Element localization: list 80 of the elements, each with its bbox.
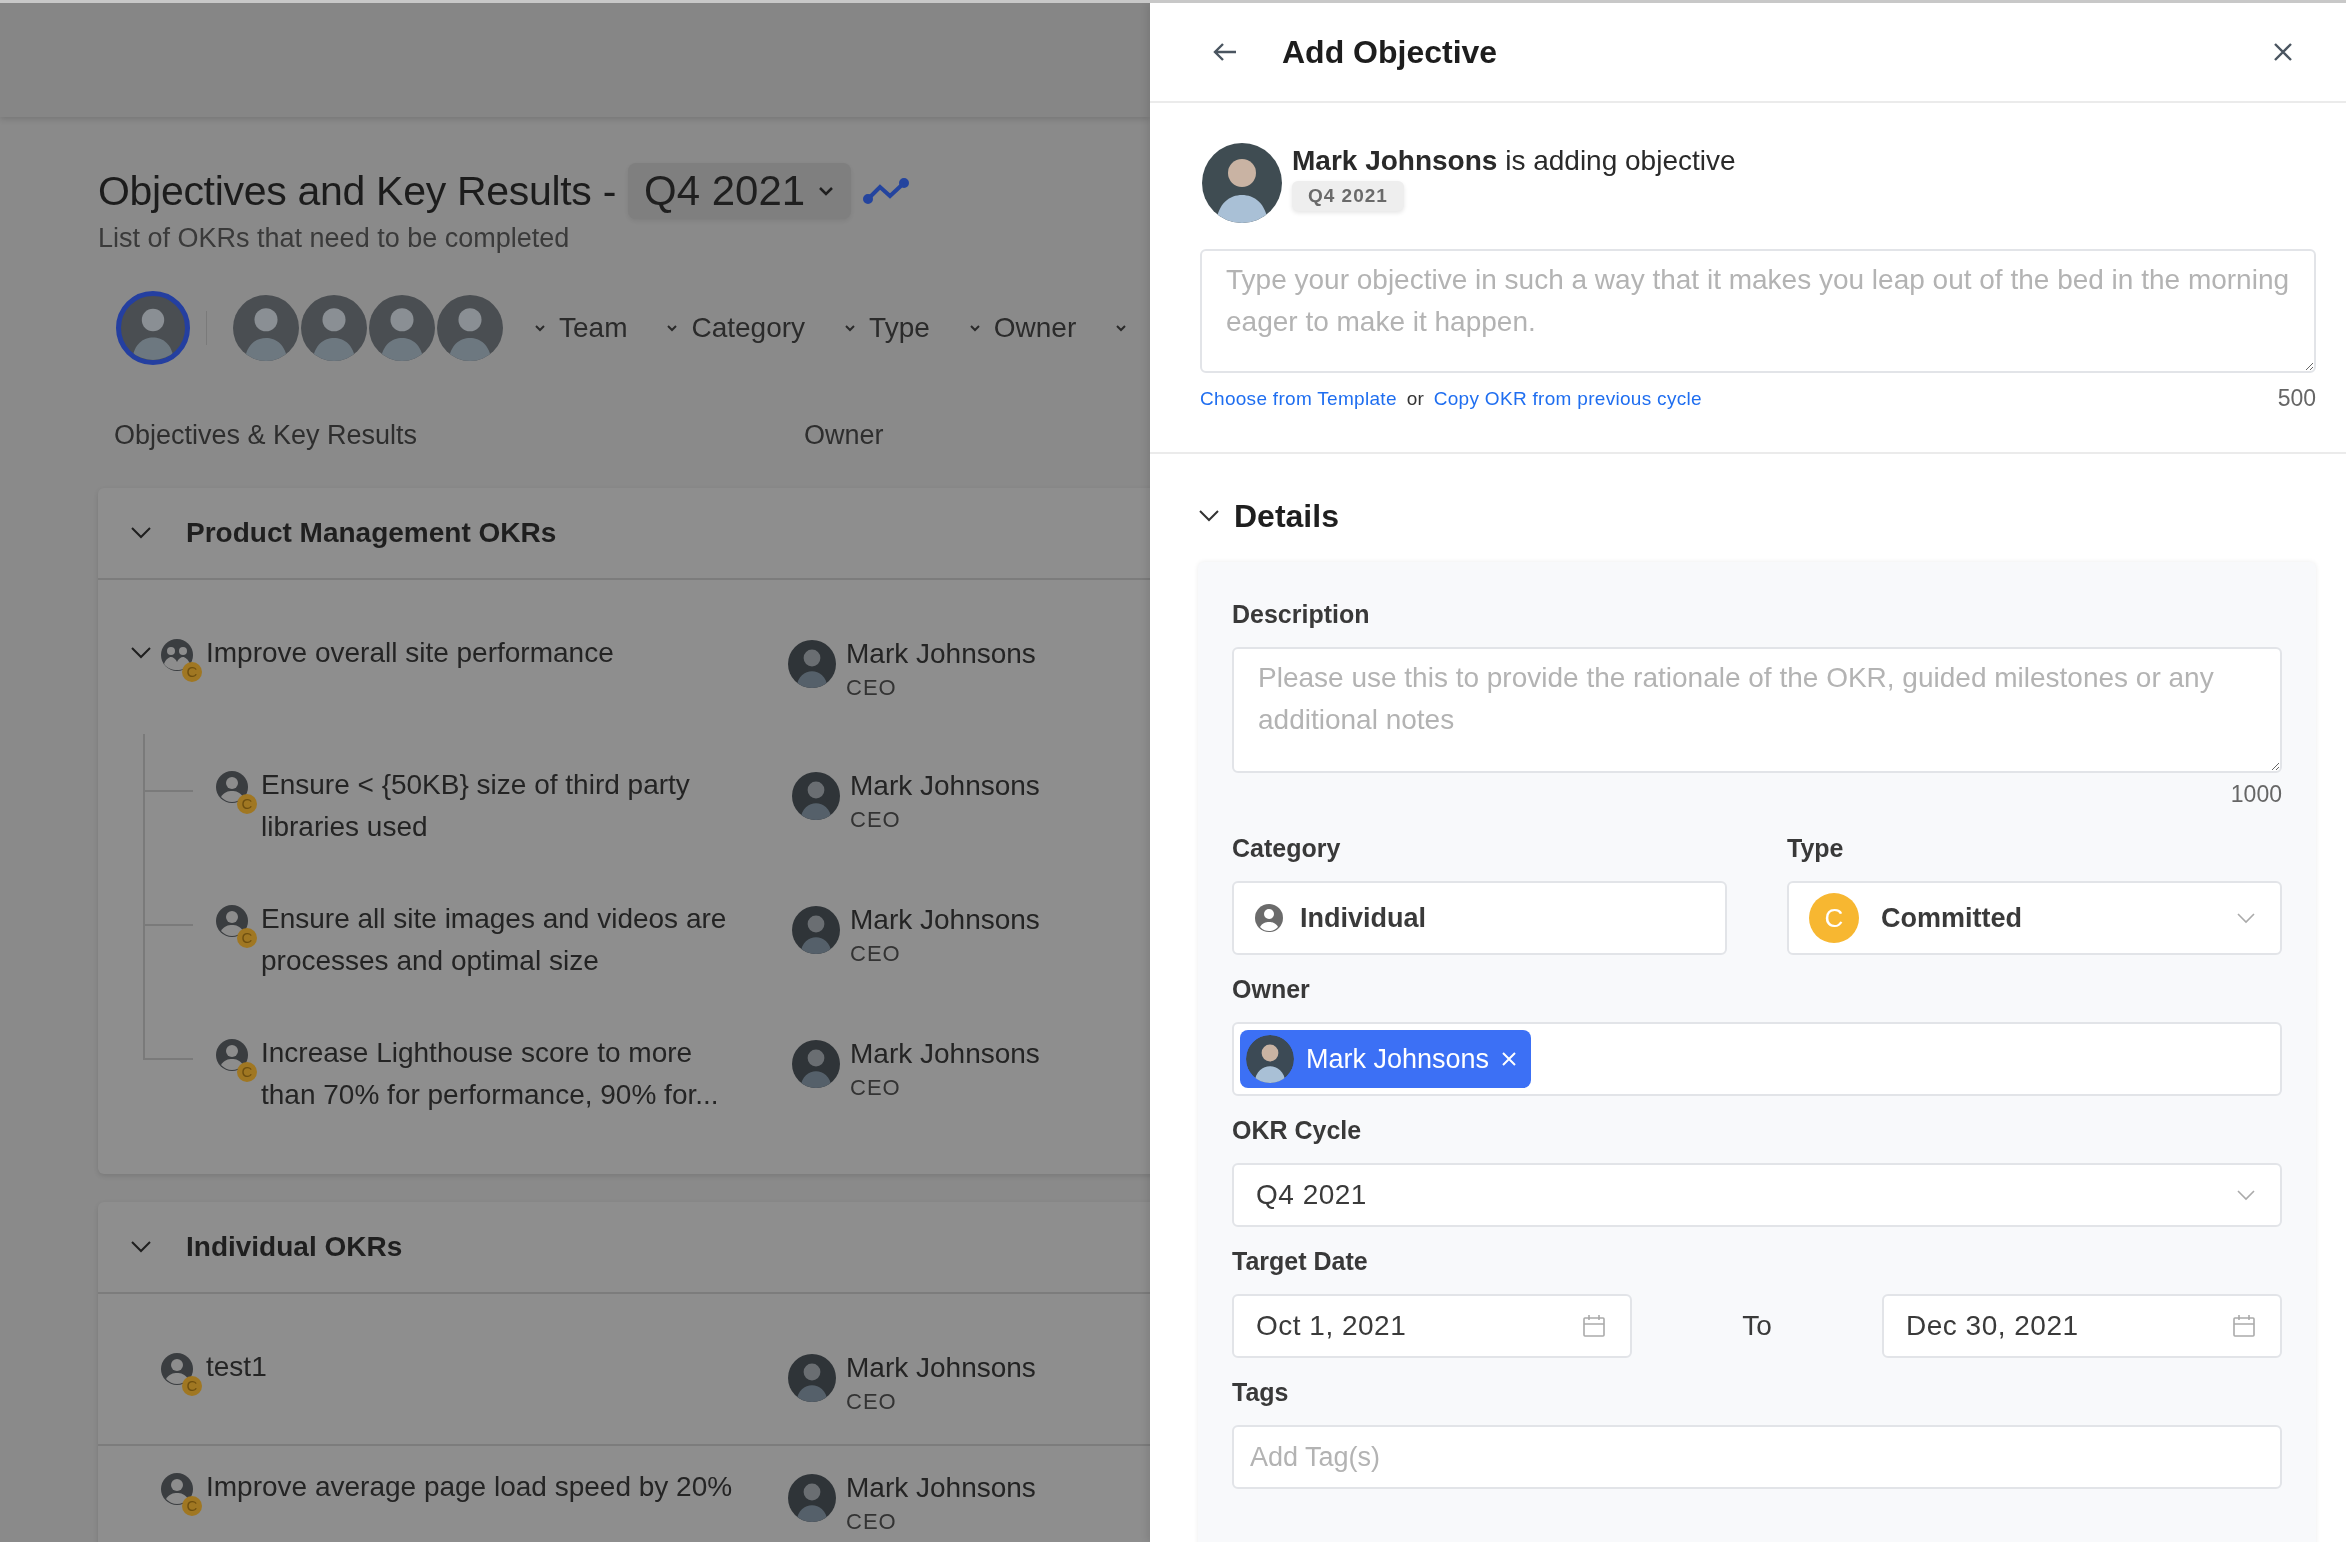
chevron-down-icon[interactable] xyxy=(130,1240,152,1254)
chevron-down-icon xyxy=(2236,1189,2256,1201)
key-result-title[interactable]: Ensure < {50KB} size of third party libraries used xyxy=(261,764,731,848)
owner-role: CEO xyxy=(850,1074,902,1102)
column-header: Objectives & Key Results xyxy=(114,420,419,452)
owner-chip[interactable]: Mark Johnsons xyxy=(1240,1030,1532,1088)
owner-role: CEO xyxy=(850,940,902,968)
chevron-down-icon[interactable] xyxy=(1198,509,1220,523)
character-limit: 500 xyxy=(2277,385,2316,412)
field-label: Category xyxy=(1232,834,1342,863)
category-field[interactable]: Individual xyxy=(1232,881,1727,955)
section-title: Details xyxy=(1234,497,1339,535)
key-result-title[interactable]: Ensure all site images and videos are processes and optimal size xyxy=(261,898,731,982)
filter-dropdown[interactable]: Category xyxy=(665,312,806,344)
panel-title: Add Objective xyxy=(1282,33,1498,71)
owner-name: Mark Johnsons xyxy=(850,903,1040,937)
end-date-field[interactable]: Dec 30, 2021 xyxy=(1882,1294,2282,1358)
objective-title[interactable]: test1 xyxy=(206,1346,267,1388)
field-label: Target Date xyxy=(1232,1247,1369,1276)
owner-role: CEO xyxy=(850,806,902,834)
calendar-icon xyxy=(1582,1314,1606,1338)
chevron-down-icon[interactable] xyxy=(130,646,152,660)
tags-field[interactable]: Add Tag(s) xyxy=(1232,1425,2282,1489)
description-field[interactable]: Please use this to provide the rationale of the OKR, guided milestones or any additional notes xyxy=(1232,647,2282,773)
dropdown-field[interactable]: C Committed xyxy=(1787,881,2282,955)
date-separator: To xyxy=(1741,1310,1773,1342)
avatar xyxy=(792,906,840,954)
person-icon xyxy=(1254,903,1284,933)
cycle-tag: Q4 2021 xyxy=(1292,181,1404,211)
group-title: Product Management OKRs xyxy=(186,517,557,549)
back-arrow-icon[interactable] xyxy=(1212,42,1238,62)
character-limit: 1000 xyxy=(2230,781,2282,808)
objective-field[interactable]: Type your objective in such a way that it makes you leap out of the bed in the morning eager to make it happen. xyxy=(1200,249,2316,373)
chevron-down-icon xyxy=(817,185,836,197)
chevron-down-icon xyxy=(2236,912,2256,924)
creator-text: Mark Johnsons is adding objective xyxy=(1292,145,1736,177)
chevron-down-icon xyxy=(665,323,680,333)
owner-field[interactable]: Mark Johnsons xyxy=(1232,1022,2282,1096)
owner-name: Mark Johnsons xyxy=(846,1351,1036,1385)
avatar xyxy=(792,772,840,820)
trend-icon[interactable] xyxy=(863,178,910,204)
chevron-down-icon xyxy=(843,323,858,333)
close-icon[interactable] xyxy=(2272,41,2294,63)
objective-title[interactable]: Improve average page load speed by 20% xyxy=(206,1466,733,1508)
avatar xyxy=(792,1040,840,1088)
copy-okr-link[interactable]: Copy OKR from previous cycle xyxy=(1433,387,1702,410)
okr-cycle-dropdown[interactable]: Q4 2021 xyxy=(1232,1163,2282,1227)
column-header: Owner xyxy=(804,420,884,452)
key-result-title[interactable]: Increase Lighthouse score to more than 70% for performance, 90% for... xyxy=(261,1032,731,1116)
filter-dropdown[interactable]: Owner xyxy=(967,312,1077,344)
owner-role: CEO xyxy=(846,1508,898,1536)
field-label: Owner xyxy=(1232,975,1311,1004)
avatar xyxy=(788,1474,836,1522)
avatar xyxy=(1246,1035,1294,1083)
owner-name: Mark Johnsons xyxy=(846,1471,1036,1505)
page-subtitle: List of OKRs that need to be completed xyxy=(98,223,571,254)
owner-role: CEO xyxy=(846,1388,898,1416)
start-date-field[interactable]: Oct 1, 2021 xyxy=(1232,1294,1632,1358)
chevron-down-icon xyxy=(533,323,547,333)
template-link[interactable]: Choose from Template xyxy=(1200,387,1397,410)
owner-name: Mark Johnsons xyxy=(850,1037,1040,1071)
avatar xyxy=(788,1354,836,1402)
field-label: OKR Cycle xyxy=(1232,1116,1363,1145)
chevron-down-icon xyxy=(967,323,982,333)
filter-dropdown[interactable]: Type xyxy=(843,312,930,344)
avatar xyxy=(788,640,836,688)
page-title: Objectives and Key Results - xyxy=(98,167,616,215)
field-label: Description xyxy=(1232,600,1371,629)
chevron-down-icon[interactable] xyxy=(130,526,152,540)
filter-dropdown[interactable]: Team xyxy=(533,312,628,344)
owner-name: Mark Johnsons xyxy=(846,637,1036,671)
owner-role: CEO xyxy=(846,674,898,702)
or-text: or xyxy=(1406,387,1424,410)
calendar-icon xyxy=(2232,1314,2256,1338)
owner-name: Mark Johnsons xyxy=(850,769,1040,803)
cycle-dropdown[interactable]: Q4 2021 xyxy=(628,163,852,219)
field-label: Tags xyxy=(1232,1378,1290,1407)
field-label: Type xyxy=(1787,834,1845,863)
objective-title[interactable]: Improve overall site performance xyxy=(206,632,614,674)
group-title: Individual OKRs xyxy=(186,1231,403,1263)
